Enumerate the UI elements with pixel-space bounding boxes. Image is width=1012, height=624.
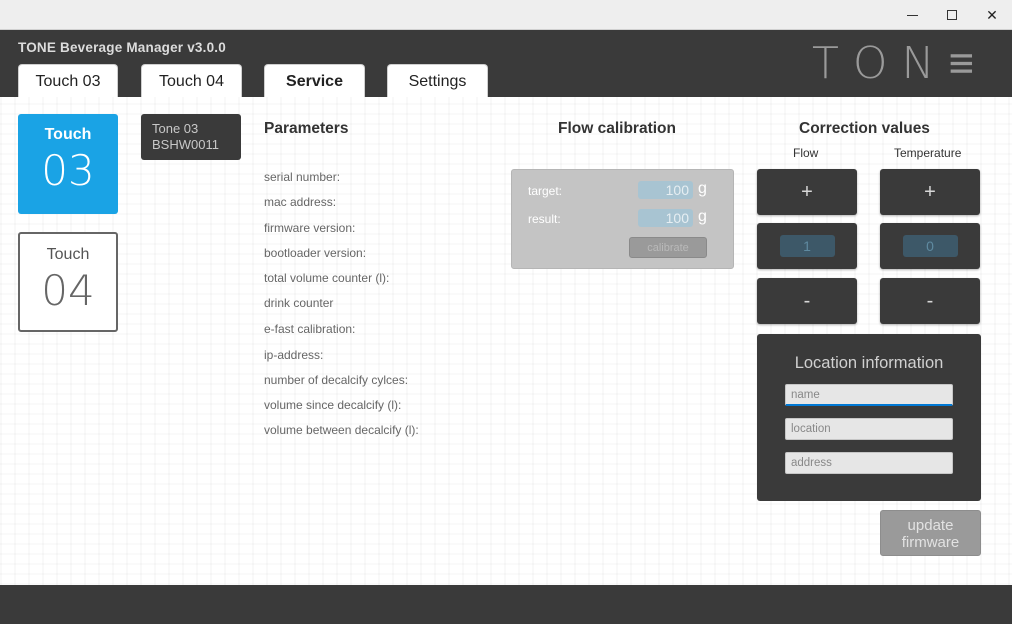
maximize-icon bbox=[947, 10, 957, 20]
maximize-button[interactable] bbox=[932, 0, 972, 30]
temperature-minus-button[interactable]: - bbox=[880, 278, 980, 324]
param-efast-calibration: e-fast calibration: bbox=[264, 322, 356, 336]
correction-values-title: Correction values bbox=[799, 120, 930, 137]
tab-touch-03[interactable]: Touch 03 bbox=[18, 64, 118, 98]
minus-icon: - bbox=[803, 289, 811, 312]
flow-column-label: Flow bbox=[793, 146, 819, 160]
result-label: result: bbox=[528, 212, 561, 226]
device-card-label: Touch bbox=[46, 246, 90, 263]
plus-icon: + bbox=[801, 180, 813, 203]
device-id-badge: Tone 03 BSHW0011 bbox=[141, 114, 241, 160]
device-card-number: 04 bbox=[41, 266, 95, 315]
tab-label: Settings bbox=[408, 72, 467, 90]
address-input[interactable] bbox=[785, 452, 953, 474]
tab-touch-04[interactable]: Touch 04 bbox=[141, 64, 242, 98]
location-information-title: Location information bbox=[794, 354, 944, 372]
param-ip-address: ip-address: bbox=[264, 348, 324, 362]
temperature-correction-value[interactable]: 0 bbox=[902, 235, 958, 257]
param-serial-number: serial number: bbox=[264, 170, 341, 184]
name-input[interactable] bbox=[785, 384, 953, 406]
device-card-number: 03 bbox=[41, 146, 95, 195]
parameters-title: Parameters bbox=[264, 120, 349, 137]
target-input[interactable]: 100 bbox=[638, 181, 693, 199]
param-drink-counter: drink counter bbox=[264, 296, 334, 310]
calibrate-button[interactable]: calibrate bbox=[629, 237, 707, 258]
target-unit: g bbox=[698, 180, 707, 197]
location-input[interactable] bbox=[785, 418, 953, 440]
temperature-value-display: 0 bbox=[880, 223, 980, 269]
plus-icon: + bbox=[924, 180, 936, 203]
param-total-volume: total volume counter (l): bbox=[264, 271, 390, 285]
device-card-touch-04[interactable]: Touch 04 bbox=[18, 232, 118, 332]
close-button[interactable]: ✕ bbox=[972, 0, 1012, 30]
logo-letter: O bbox=[852, 38, 896, 89]
temperature-column-label: Temperature bbox=[894, 146, 962, 160]
calibrate-label: calibrate bbox=[647, 241, 689, 254]
param-decalcify-cycles: number of decalcify cylces: bbox=[264, 373, 409, 387]
result-unit: g bbox=[698, 208, 707, 225]
tone-logo: T O N ≡ bbox=[812, 38, 983, 89]
param-volume-between-decalcify: volume between decalcify (l): bbox=[264, 423, 419, 437]
tab-service[interactable]: Service bbox=[264, 64, 365, 98]
location-information-panel: Location information bbox=[757, 334, 981, 501]
device-card-label: Touch bbox=[44, 126, 92, 143]
window-titlebar: ✕ bbox=[0, 0, 1012, 30]
minus-icon: - bbox=[926, 289, 934, 312]
device-card-touch-03[interactable]: Touch 03 bbox=[18, 114, 118, 214]
service-panel: Touch 03 Touch 04 Tone 03 BSHW0011 Param… bbox=[0, 97, 1012, 585]
minimize-button[interactable] bbox=[892, 0, 932, 30]
device-name: Tone 03 bbox=[152, 121, 199, 136]
param-mac-address: mac address: bbox=[264, 195, 337, 209]
logo-letter: ≡ bbox=[948, 38, 983, 89]
update-firmware-button[interactable]: update firmware bbox=[880, 510, 981, 556]
logo-letter: N bbox=[901, 38, 943, 89]
temperature-plus-button[interactable]: + bbox=[880, 169, 980, 215]
param-volume-since-decalcify: volume since decalcify (l): bbox=[264, 398, 402, 412]
minimize-icon bbox=[906, 14, 918, 16]
app-footer bbox=[0, 585, 1012, 624]
flow-calibration-box: target: 100 g result: 100 g calibrate bbox=[511, 169, 734, 269]
flow-value-display: 1 bbox=[757, 223, 857, 269]
flow-minus-button[interactable]: - bbox=[757, 278, 857, 324]
logo-letter: T bbox=[812, 38, 847, 89]
param-firmware-version: firmware version: bbox=[264, 221, 356, 235]
tab-settings[interactable]: Settings bbox=[387, 64, 488, 98]
tab-label: Touch 03 bbox=[35, 72, 101, 90]
flow-correction-value[interactable]: 1 bbox=[779, 235, 835, 257]
target-label: target: bbox=[528, 184, 563, 198]
tab-label: Service bbox=[286, 72, 343, 90]
device-serial: BSHW0011 bbox=[152, 137, 219, 152]
close-icon: ✕ bbox=[986, 6, 998, 23]
tab-label: Touch 04 bbox=[159, 72, 224, 90]
app-header: TONE Beverage Manager v3.0.0 Touch 03 To… bbox=[0, 30, 1012, 98]
app-title: TONE Beverage Manager v3.0.0 bbox=[18, 40, 226, 55]
flow-calibration-title: Flow calibration bbox=[558, 120, 676, 137]
param-bootloader-version: bootloader version: bbox=[264, 246, 367, 260]
update-firmware-label: update firmware bbox=[901, 517, 960, 551]
flow-plus-button[interactable]: + bbox=[757, 169, 857, 215]
result-input[interactable]: 100 bbox=[638, 209, 693, 227]
